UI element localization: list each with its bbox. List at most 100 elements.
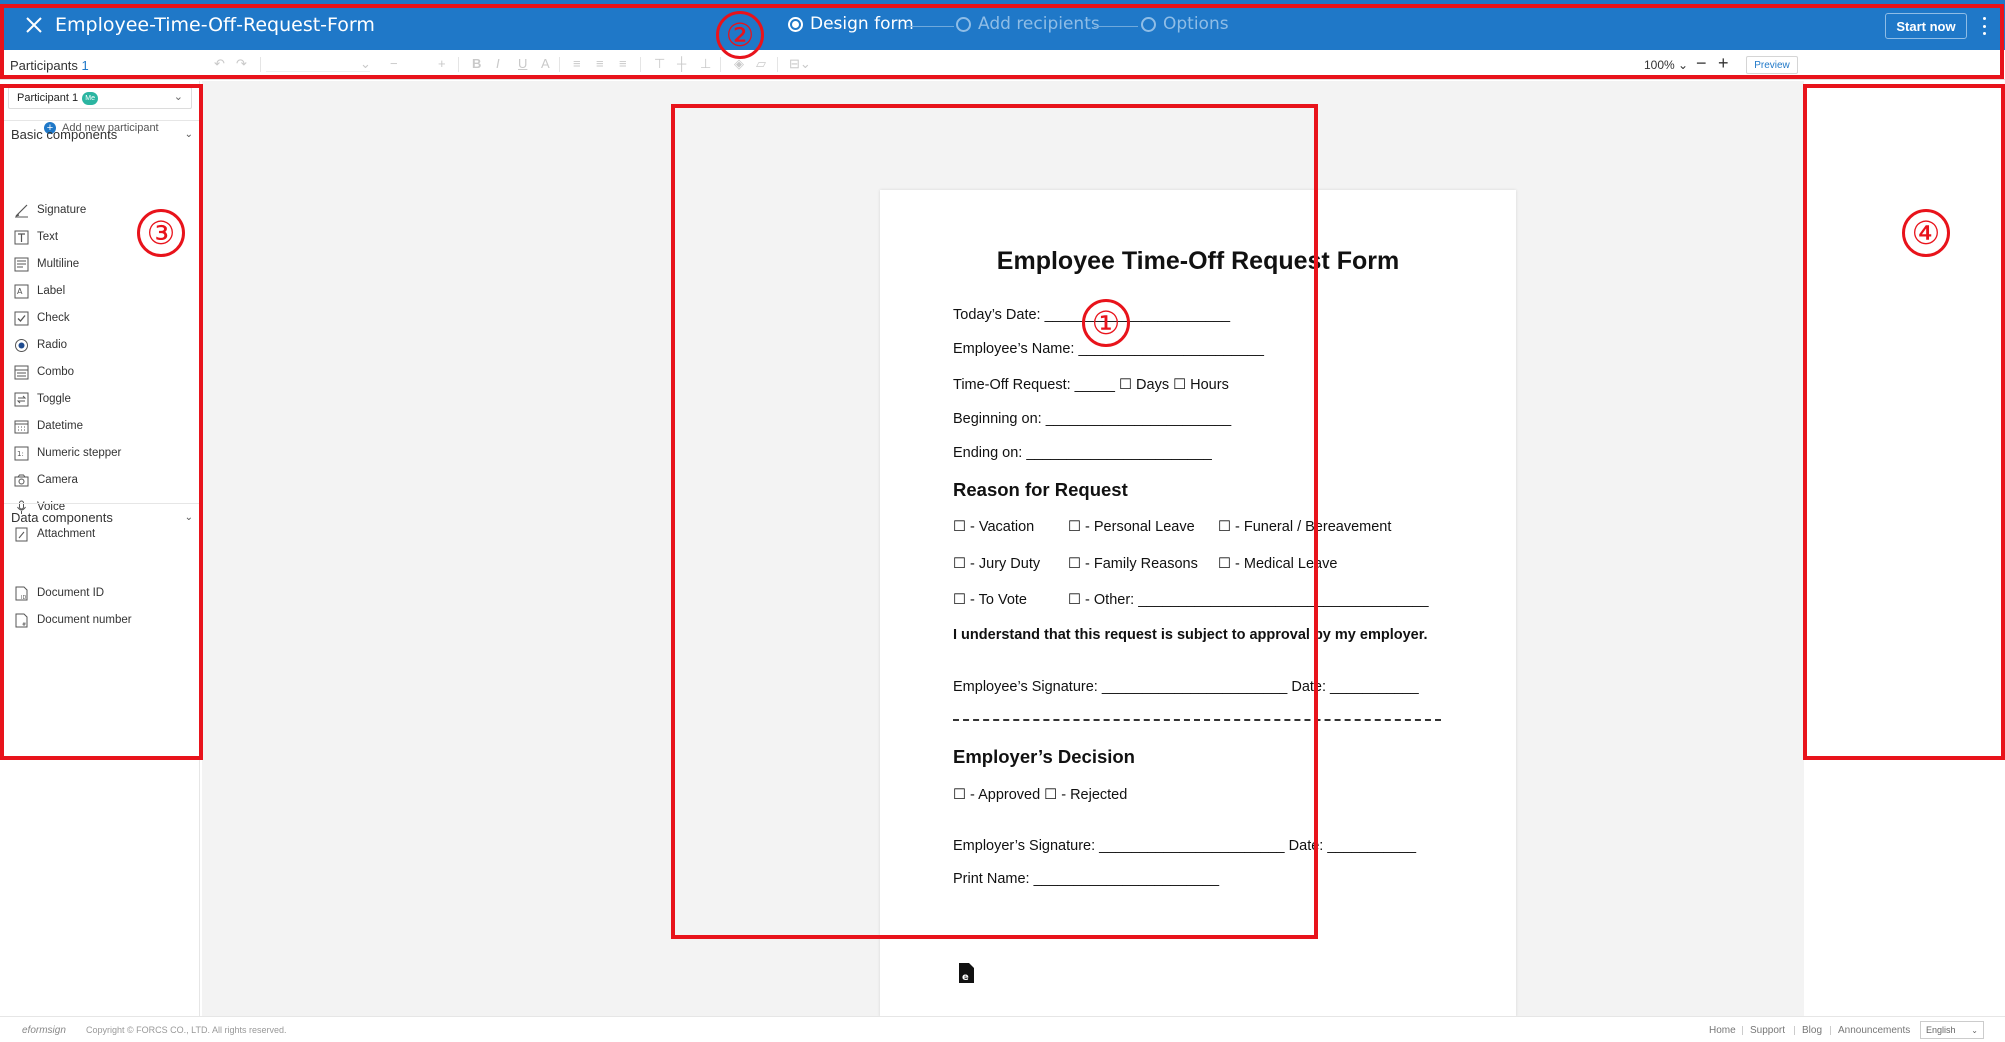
italic-icon[interactable]: I (496, 56, 500, 71)
todays-date-line: Today’s Date: _______________________ (953, 307, 1231, 323)
align-bottom-icon[interactable]: ⊥ (700, 56, 711, 72)
redo-icon[interactable]: ↷ (236, 56, 247, 72)
component-combo[interactable]: Combo (14, 361, 74, 383)
component-document-id[interactable]: ID Document ID (14, 582, 104, 604)
component-signature[interactable]: Signature (14, 199, 86, 221)
form-document-page[interactable]: Employee Time-Off Request Form Today’s D… (880, 190, 1516, 1017)
ending-on-line: Ending on: _______________________ (953, 445, 1212, 461)
align-middle-icon[interactable]: ┼ (677, 56, 686, 71)
component-multiline[interactable]: Multiline (14, 253, 79, 275)
cut-line-divider (953, 719, 1441, 721)
document-number-icon: # (14, 613, 29, 628)
design-canvas[interactable]: Employee Time-Off Request Form Today’s D… (202, 81, 1804, 1017)
decision-heading: Employer’s Decision (953, 746, 1135, 767)
align-top-icon[interactable]: ⊤ (654, 56, 665, 72)
calendar-icon (14, 419, 29, 434)
radio-dot-icon (788, 16, 803, 32)
footer: eformsign Copyright © FORCS CO., LTD. Al… (0, 1016, 2005, 1042)
zoom-in-icon[interactable]: + (1718, 53, 1729, 74)
toolbar-divider (559, 57, 560, 72)
undo-icon[interactable]: ↶ (214, 56, 225, 72)
footer-link-blog[interactable]: Blog (1802, 1025, 1822, 1036)
document-id-icon: ID (14, 586, 29, 601)
employer-signature-line: Employer’s Signature: __________________… (953, 838, 1417, 854)
reason-option: ☐ - Medical Leave (1218, 556, 1338, 572)
component-label: Radio (37, 339, 68, 351)
close-icon[interactable] (22, 13, 46, 37)
basic-components-header[interactable]: Basic components ⌄ (0, 120, 200, 148)
toolbar-divider (720, 57, 721, 72)
employee-name-line: Employee’s Name: _______________________ (953, 341, 1264, 357)
chevron-down-icon: ⌄ (184, 129, 193, 140)
decision-options: ☐ - Approved ☐ - Rejected (953, 787, 1128, 803)
participant-select[interactable]: Participant 1 Me ⌄ (8, 87, 192, 109)
component-label: Toggle (37, 393, 71, 405)
components-panel: Participant 1 Me ⌄ + Add new participant… (0, 81, 200, 1016)
component-label: Multiline (37, 258, 80, 270)
radio-dot-icon (956, 16, 971, 32)
component-label: Datetime (37, 420, 84, 432)
label-icon: A (14, 284, 29, 299)
component-radio[interactable]: Radio (14, 334, 67, 356)
component-camera[interactable]: Camera (14, 469, 78, 491)
reason-option: ☐ - To Vote (953, 592, 1027, 608)
align-right-icon[interactable]: ≡ (619, 56, 627, 71)
align-center-icon[interactable]: ≡ (596, 56, 604, 71)
section-title: Data components (11, 510, 113, 525)
align-left-icon[interactable]: ≡ (573, 56, 581, 71)
font-size-decrease-icon[interactable]: − (390, 56, 398, 71)
step-design-form[interactable]: Design form (788, 14, 914, 34)
svg-text:1:: 1: (17, 450, 24, 458)
footer-link-announcements[interactable]: Announcements (1838, 1025, 1910, 1036)
arrange-icon[interactable]: ⊟⌄ (789, 56, 811, 72)
participants-label: Participants (10, 58, 78, 73)
component-datetime[interactable]: Datetime (14, 415, 83, 437)
language-select[interactable]: English ⌄ (1920, 1021, 1984, 1039)
toggle-icon (14, 392, 29, 407)
component-numeric-stepper[interactable]: 1: Numeric stepper (14, 442, 121, 464)
chevron-down-icon: ⌄ (1971, 1025, 1978, 1035)
numeric-stepper-icon: 1: (14, 446, 29, 461)
section-title: Basic components (11, 127, 118, 142)
component-document-number[interactable]: # Document number (14, 609, 132, 631)
toolbar-divider (260, 57, 261, 72)
component-label: Numeric stepper (37, 447, 122, 459)
component-label: Text (37, 231, 59, 243)
camera-icon (14, 473, 29, 488)
component-label: Check (37, 312, 70, 324)
underline-icon[interactable]: U (518, 56, 527, 71)
preview-button[interactable]: Preview (1746, 56, 1798, 74)
bold-icon[interactable]: B (472, 56, 481, 71)
svg-text:e: e (962, 972, 969, 983)
step-add-recipients[interactable]: Add recipients (956, 14, 1100, 34)
eformsign-logo-icon: e (959, 963, 974, 983)
step-options[interactable]: Options (1141, 14, 1229, 34)
zoom-select[interactable]: 100% ⌄ (1644, 58, 1688, 72)
start-now-button[interactable]: Start now (1885, 13, 1967, 39)
footer-link-home[interactable]: Home (1709, 1025, 1736, 1036)
component-check[interactable]: Check (14, 307, 70, 329)
toolbar-divider (777, 57, 778, 72)
component-toggle[interactable]: Toggle (14, 388, 71, 410)
print-name-line: Print Name: _______________________ (953, 871, 1220, 887)
multiline-icon (14, 257, 29, 272)
font-color-icon[interactable]: A (541, 56, 550, 71)
fill-color-icon[interactable]: ◈ (734, 56, 744, 72)
step-connector (906, 26, 954, 27)
signature-icon (14, 203, 29, 218)
participant-name: Participant 1 (17, 92, 79, 104)
zoom-out-icon[interactable]: − (1696, 53, 1707, 74)
font-family-select[interactable] (266, 56, 370, 72)
component-label-field[interactable]: A Label (14, 280, 65, 302)
component-label: Label (37, 285, 66, 297)
component-label: Signature (37, 204, 87, 216)
editor-toolbar: Participants 1 ↶ ↷ ⌄ − + B I U A ≡ ≡ ≡ ⊤… (0, 50, 2005, 80)
component-text[interactable]: Text (14, 226, 58, 248)
footer-link-support[interactable]: Support (1750, 1025, 1785, 1036)
reason-option: ☐ - Vacation (953, 519, 1035, 535)
font-size-increase-icon[interactable]: + (438, 56, 446, 71)
data-components-header[interactable]: Data components ⌄ (0, 503, 200, 531)
border-color-icon[interactable]: ▱ (756, 56, 766, 72)
language-value: English (1926, 1025, 1956, 1035)
more-options-icon[interactable] (1978, 14, 1990, 38)
